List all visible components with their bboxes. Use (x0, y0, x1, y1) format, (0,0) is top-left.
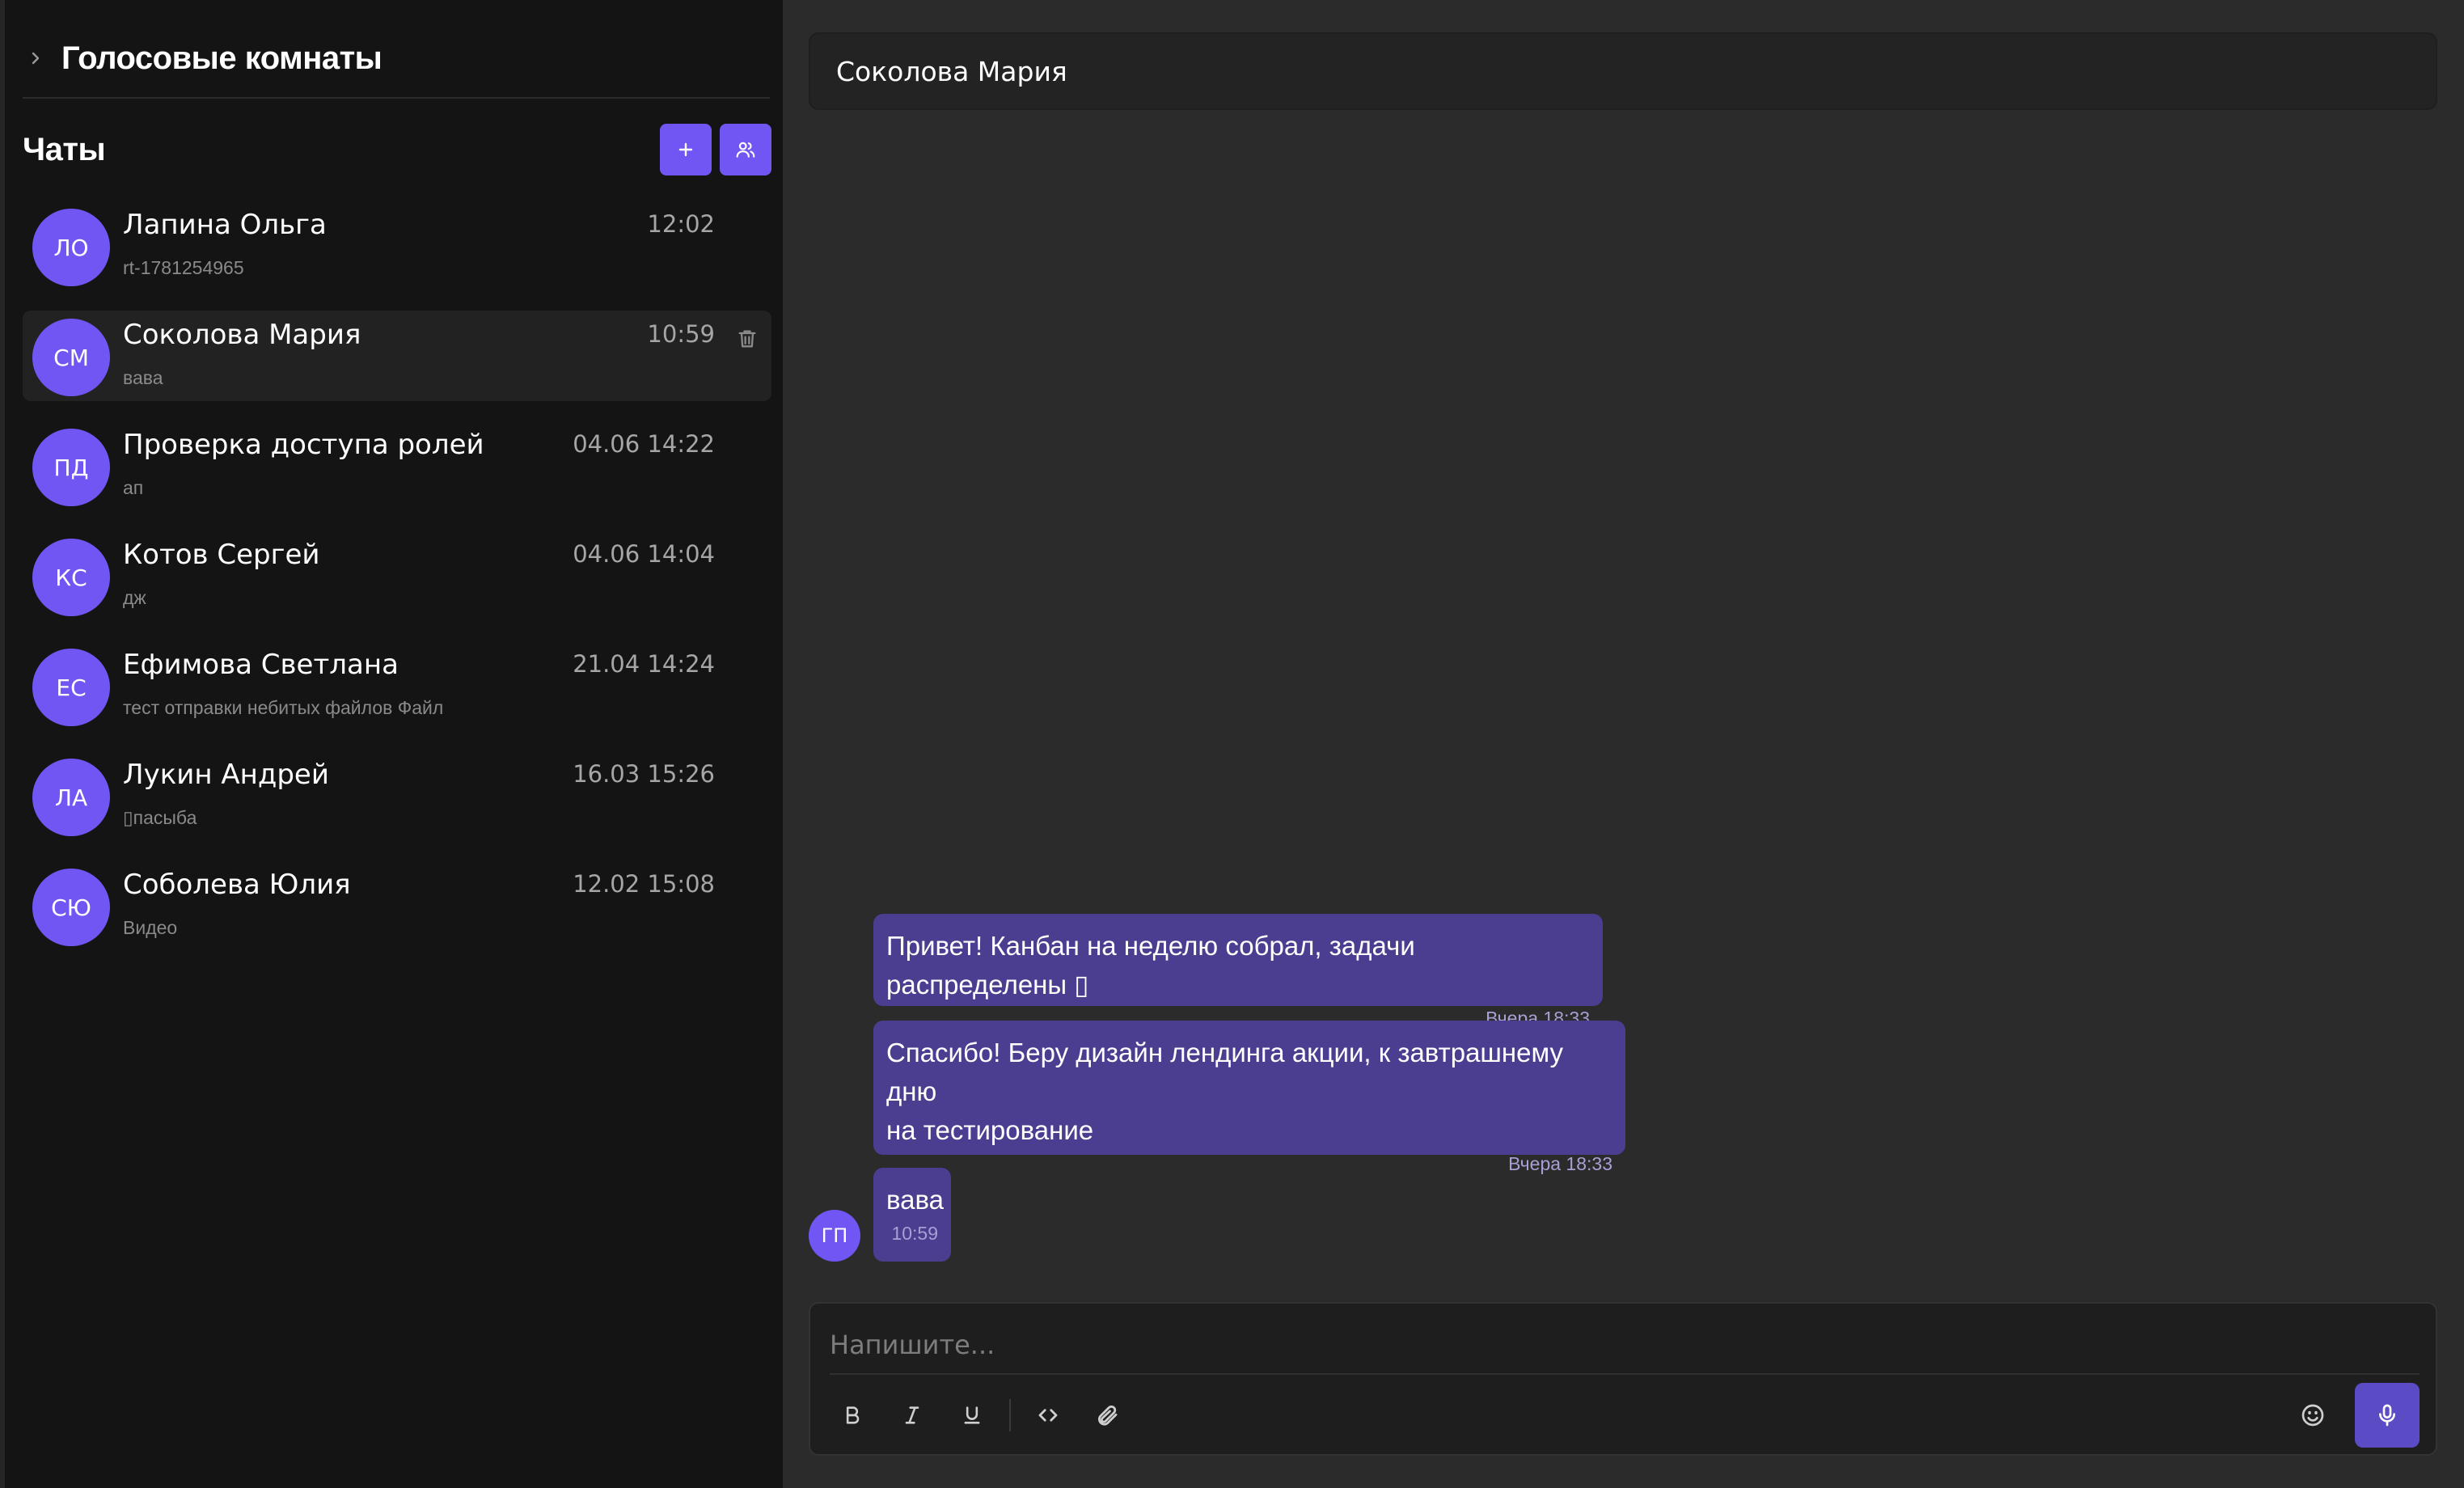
message-text-continued: на тестирование (886, 1115, 1094, 1145)
chats-header: Чаты (23, 121, 771, 178)
chat-list-item[interactable]: ЛО Лапина Ольга 12:02 rt-1781254965 (23, 201, 771, 291)
message-list: Привет! Канбан на неделю собрал, задачи … (783, 0, 2464, 1294)
message-input[interactable] (830, 1321, 2415, 1368)
chat-name: Проверка доступа ролей (123, 429, 484, 461)
avatar: ПД (32, 429, 110, 506)
message-bubble[interactable]: Спасибо! Беру дизайн лендинга акции, к з… (873, 1021, 1625, 1174)
chat-panel: Соколова Мария Привет! Канбан на неделю … (783, 0, 2464, 1488)
voice-record-button[interactable] (2355, 1383, 2420, 1448)
chat-name: Соболева Юлия (123, 869, 351, 901)
chat-time: 16.03 15:26 (573, 760, 715, 788)
chat-name: Соколова Мария (123, 319, 361, 351)
chat-preview: rt-1781254965 (123, 257, 244, 278)
italic-icon (901, 1404, 923, 1427)
chat-time: 12.02 15:08 (573, 870, 715, 898)
chat-time: 04.06 14:22 (573, 430, 715, 458)
chat-list: ЛО Лапина Ольга 12:02 rt-1781254965 СМ С… (23, 201, 771, 970)
message-sender-avatar: ГП (809, 1210, 860, 1262)
message-text: Спасибо! Беру дизайн лендинга акции, к з… (886, 1038, 1564, 1106)
message-time: 10:59 (891, 1223, 938, 1244)
users-icon (735, 139, 756, 160)
underline-icon (961, 1404, 983, 1427)
avatar: ЕС (32, 649, 110, 726)
chat-preview: дж (123, 587, 146, 608)
chat-name: Лапина Ольга (123, 209, 327, 241)
sidebar-divider (23, 97, 770, 99)
emoji-button[interactable] (2290, 1393, 2335, 1438)
chat-preview: тест отправки небитых файлов Файл (123, 697, 444, 718)
chats-title: Чаты (23, 131, 106, 167)
avatar: СЮ (32, 869, 110, 946)
composer-divider (830, 1373, 2420, 1375)
paperclip-icon (1096, 1403, 1120, 1427)
chat-list-item[interactable]: ПД Проверка доступа ролей 04.06 14:22 ап (23, 421, 771, 511)
message-bubble[interactable]: Привет! Канбан на неделю собрал, задачи … (873, 914, 1603, 1029)
avatar: ЛА (32, 759, 110, 836)
chat-list-item[interactable]: ЕС Ефимова Светлана 21.04 14:24 тест отп… (23, 640, 771, 731)
chat-time: 12:02 (647, 210, 715, 238)
chat-name: Ефимова Светлана (123, 649, 399, 681)
message-text: Привет! Канбан на неделю собрал, задачи … (886, 931, 1415, 1000)
avatar: СМ (32, 319, 110, 396)
bold-button[interactable] (830, 1393, 875, 1438)
messenger-app: Голосовые комнаты Чаты ЛО Лапина Ольга 1… (0, 0, 2464, 1488)
chat-preview: ▯пасыба (123, 807, 197, 828)
code-icon (1036, 1403, 1060, 1427)
bold-icon (841, 1404, 864, 1427)
message-bubble[interactable]: вава 10:59 (873, 1168, 951, 1262)
formatting-toolbar (830, 1383, 2420, 1448)
chat-time: 04.06 14:04 (573, 540, 715, 568)
sidebar: Голосовые комнаты Чаты ЛО Лапина Ольга 1… (0, 0, 783, 1488)
trash-icon[interactable] (736, 327, 759, 351)
chat-name: Лукин Андрей (123, 759, 329, 791)
message-text: вава (886, 1185, 945, 1215)
underline-button[interactable] (949, 1393, 995, 1438)
chat-preview: вава (123, 367, 163, 388)
chat-preview: ап (123, 477, 144, 498)
voice-rooms-toggle[interactable]: Голосовые комнаты (21, 32, 765, 84)
avatar: КС (32, 539, 110, 616)
chat-list-item[interactable]: КС Котов Сергей 04.06 14:04 дж (23, 531, 771, 621)
new-chat-button[interactable] (660, 124, 712, 175)
toolbar-separator (1009, 1399, 1011, 1431)
mic-icon (2374, 1402, 2400, 1428)
message-composer (809, 1302, 2437, 1456)
chat-list-item-active[interactable]: СМ Соколова Мария 10:59 вава (23, 311, 771, 401)
smile-icon (2300, 1402, 2326, 1428)
voice-rooms-title: Голосовые комнаты (61, 40, 382, 76)
new-group-button[interactable] (720, 124, 771, 175)
plus-icon (676, 140, 695, 159)
italic-button[interactable] (890, 1393, 935, 1438)
chat-list-item[interactable]: ЛА Лукин Андрей 16.03 15:26 ▯пасыба (23, 750, 771, 841)
chat-list-item[interactable]: СЮ Соболева Юлия 12.02 15:08 Видео (23, 860, 771, 951)
chat-time: 21.04 14:24 (573, 650, 715, 678)
chat-preview: Видео (123, 917, 178, 938)
avatar: ЛО (32, 209, 110, 286)
attach-button[interactable] (1085, 1393, 1131, 1438)
chat-time: 10:59 (647, 320, 715, 348)
message-time: Вчера 18:33 (1508, 1153, 1612, 1174)
chat-name: Котов Сергей (123, 539, 320, 571)
chevron-right-icon (26, 49, 45, 68)
code-button[interactable] (1025, 1393, 1071, 1438)
